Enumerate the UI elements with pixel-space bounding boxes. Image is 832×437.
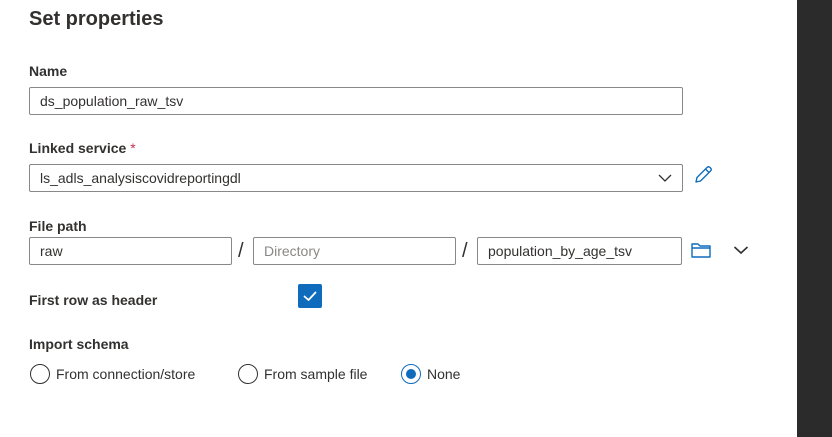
name-input[interactable]: ds_population_raw_tsv <box>29 87 683 115</box>
radio-label: From sample file <box>264 366 368 382</box>
radio-button[interactable] <box>30 364 50 384</box>
radio-label: From connection/store <box>56 366 196 382</box>
chevron-down-icon[interactable] <box>658 173 672 183</box>
radio-none[interactable]: None <box>401 363 460 385</box>
linked-service-label: Linked service * <box>29 140 136 156</box>
directory-input[interactable]: Directory <box>253 237 456 265</box>
linked-service-select[interactable]: ls_adls_analysiscovidreportingdl <box>29 164 683 192</box>
folder-icon[interactable] <box>690 241 712 259</box>
radio-label: None <box>427 366 461 382</box>
import-schema-label: Import schema <box>29 336 129 352</box>
container-input[interactable]: raw <box>29 237 232 265</box>
path-separator: / <box>462 240 468 262</box>
file-path-label: File path <box>29 218 87 234</box>
set-properties-panel: Set properties Name ds_population_raw_ts… <box>0 0 797 437</box>
chevron-down-icon[interactable] <box>733 245 749 255</box>
checkmark-icon <box>303 291 317 301</box>
radio-button-selected[interactable] <box>401 364 421 384</box>
name-label: Name <box>29 63 68 79</box>
required-indicator: * <box>130 140 136 156</box>
first-row-header-checkbox[interactable] <box>298 284 322 308</box>
linked-service-value: ls_adls_analysiscovidreportingdl <box>40 170 241 186</box>
path-separator: / <box>238 240 244 262</box>
radio-from-connection[interactable]: From connection/store <box>30 363 195 385</box>
pencil-icon[interactable] <box>692 164 714 186</box>
panel-title: Set properties <box>29 8 164 30</box>
file-name-input[interactable]: population_by_age_tsv <box>477 237 682 265</box>
scrollbar[interactable] <box>797 0 832 437</box>
linked-service-label-text: Linked service <box>29 140 127 156</box>
first-row-header-label: First row as header <box>29 292 158 308</box>
radio-from-sample-file[interactable]: From sample file <box>238 363 367 385</box>
radio-button[interactable] <box>238 364 258 384</box>
